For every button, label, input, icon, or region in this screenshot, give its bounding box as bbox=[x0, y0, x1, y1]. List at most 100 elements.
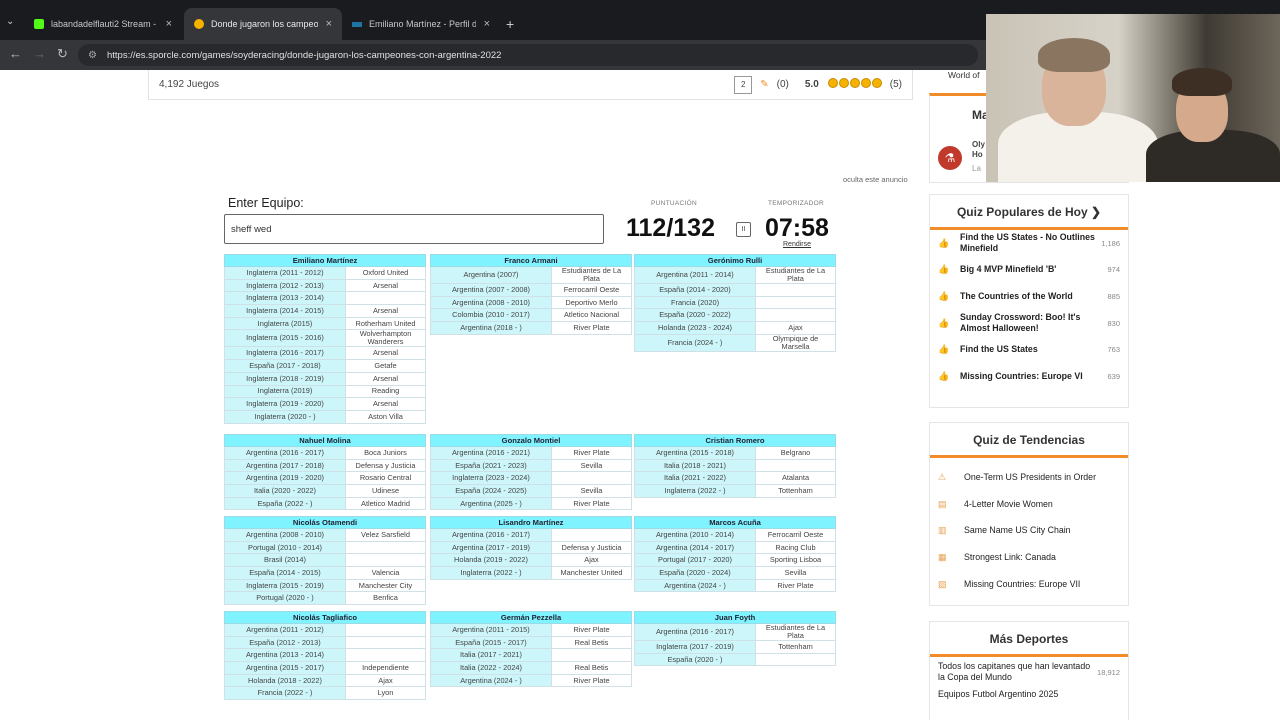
close-tab-icon[interactable]: × bbox=[484, 18, 490, 30]
trending-quiz-name[interactable]: Strongest Link: Canada bbox=[964, 552, 1120, 563]
country-period-cell: Argentina (2007) bbox=[430, 266, 552, 284]
club-answer-cell: Getafe bbox=[345, 359, 426, 373]
featured-item-line[interactable]: Ho bbox=[972, 150, 983, 159]
career-row: Inglaterra (2017 - 2019) Tottenham bbox=[634, 640, 836, 654]
country-period-cell: Inglaterra (2016 - 2017) bbox=[224, 346, 346, 361]
country-period-cell: Argentina (2015 - 2017) bbox=[224, 661, 346, 675]
club-answer-cell: Arsenal bbox=[345, 371, 426, 386]
career-row: Argentina (2024 - ) River Plate bbox=[430, 673, 632, 688]
close-tab-icon[interactable]: × bbox=[326, 18, 332, 30]
club-answer-cell: River Plate bbox=[551, 496, 632, 511]
club-answer-cell bbox=[551, 648, 632, 663]
featured-item-line[interactable]: Oly bbox=[972, 140, 985, 149]
career-row: Argentina (2024 - ) River Plate bbox=[634, 578, 836, 593]
popular-quiz-name[interactable]: Sunday Crossword: Boo! It's Almost Hallo… bbox=[960, 312, 1107, 334]
back-arrow-icon[interactable]: ← bbox=[9, 47, 22, 61]
comments-icon[interactable]: 2 bbox=[734, 75, 753, 94]
give-up-link[interactable]: Rendirse bbox=[783, 241, 811, 248]
sports-quiz-name[interactable]: Equipos Futbol Argentino 2025 bbox=[938, 689, 1120, 700]
club-answer-cell: Tottenham bbox=[755, 484, 836, 498]
popular-quiz-name[interactable]: Find the US States bbox=[960, 344, 1107, 355]
career-row: Portugal (2010 - 2014) bbox=[224, 540, 426, 555]
career-row: Holanda (2023 - 2024) Ajax bbox=[634, 321, 836, 335]
player-name-header: Nicolás Otamendi bbox=[224, 516, 426, 529]
career-row: España (2020 - 2024) Sevilla bbox=[634, 566, 836, 580]
popular-quiz-name[interactable]: Find the US States - No Outlines Minefie… bbox=[960, 232, 1101, 254]
rating-stars[interactable] bbox=[827, 78, 882, 91]
popular-quiz-item[interactable]: 👍 Find the US States 763 bbox=[930, 336, 1128, 363]
career-row: Argentina (2015 - 2017) Independiente bbox=[224, 661, 426, 675]
career-row: Argentina (2016 - 2017) bbox=[430, 528, 632, 542]
trending-quiz-name[interactable]: One-Term US Presidents in Order bbox=[964, 472, 1120, 483]
popular-quiz-name[interactable]: Big 4 MVP Minefield 'B' bbox=[960, 264, 1107, 275]
popular-quiz-name[interactable]: The Countries of the World bbox=[960, 291, 1107, 302]
new-tab-button[interactable]: + bbox=[506, 17, 514, 31]
country-period-cell: Brasil (2014) bbox=[224, 553, 346, 568]
trending-quiz-item[interactable]: ▧ Missing Countries: Europe VII bbox=[930, 571, 1128, 598]
popular-quiz-item[interactable]: 👍 Missing Countries: Europe VI 639 bbox=[930, 363, 1128, 390]
tab-transfermarkt[interactable]: Emiliano Martínez - Perfil del jugador × bbox=[342, 8, 500, 40]
tab-kick-stream[interactable]: labandadelflauti2 Stream - Kick × bbox=[24, 8, 182, 40]
country-period-cell: Colombia (2010 - 2017) bbox=[430, 308, 552, 323]
popular-quizzes-list: 👍 Find the US States - No Outlines Minefi… bbox=[930, 230, 1128, 390]
trending-quiz-item[interactable]: ⚠ One-Term US Presidents in Order bbox=[930, 464, 1128, 491]
sports-quiz-item[interactable]: Equipos Futbol Argentino 2025 bbox=[930, 683, 1128, 705]
sports-quiz-item[interactable]: Todos los capitanes que han levantado la… bbox=[930, 661, 1128, 683]
sports-quiz-name[interactable]: Todos los capitanes que han levantado la… bbox=[938, 661, 1097, 683]
reload-icon[interactable]: ↻ bbox=[57, 47, 68, 61]
career-row: Inglaterra (2020 - ) Aston Villa bbox=[224, 409, 426, 424]
player-table: Marcos Acuña Argentina (2010 - 2014) Ferro… bbox=[634, 516, 836, 593]
club-answer-cell: Arsenal bbox=[345, 278, 426, 293]
trending-quiz-name[interactable]: Same Name US City Chain bbox=[964, 525, 1120, 536]
career-row: España (2014 - 2015) Valencia bbox=[224, 566, 426, 580]
trending-quiz-item[interactable]: ▤ 4-Letter Movie Women bbox=[930, 491, 1128, 518]
popular-quiz-item[interactable]: 👍 Find the US States - No Outlines Minefi… bbox=[930, 230, 1128, 257]
club-answer-cell: Ajax bbox=[755, 321, 836, 335]
player-table: Gerónimo Rulli Argentina (2011 - 2014) Est… bbox=[634, 254, 836, 352]
answer-input[interactable] bbox=[224, 214, 604, 244]
career-row: Inglaterra (2015 - 2016) Wolverhampton Wa… bbox=[224, 329, 426, 348]
address-bar[interactable]: ⚙ https://es.sporcle.com/games/soyderaci… bbox=[78, 44, 978, 66]
trending-quizzes-card: Quiz de Tendencias ⚠ One-Term US Presiden… bbox=[929, 422, 1129, 606]
country-period-cell: Argentina (2013 - 2014) bbox=[224, 648, 346, 663]
career-row: Argentina (2018 - ) River Plate bbox=[430, 321, 632, 335]
popular-quiz-name[interactable]: Missing Countries: Europe VI bbox=[960, 371, 1107, 382]
tab-sporcle-quiz[interactable]: Donde jugaron los campeones × bbox=[184, 8, 342, 40]
country-period-cell: Argentina (2017 - 2018) bbox=[224, 458, 346, 473]
site-info-icon[interactable]: ⚙ bbox=[88, 50, 97, 61]
country-period-cell: Inglaterra (2023 - 2024) bbox=[430, 471, 552, 486]
trending-quiz-item[interactable]: ▥ Same Name US City Chain bbox=[930, 518, 1128, 545]
pause-button[interactable]: II bbox=[736, 222, 751, 237]
hide-ad-link[interactable]: oculta este anuncio bbox=[843, 175, 908, 184]
forward-arrow-icon[interactable]: → bbox=[33, 47, 46, 61]
club-answer-cell: Benfica bbox=[345, 591, 426, 606]
country-period-cell: España (2024 - 2025) bbox=[430, 484, 552, 498]
club-answer-cell: Manchester City bbox=[345, 578, 426, 593]
country-period-cell: Italia (2017 - 2021) bbox=[430, 648, 552, 663]
career-row: Inglaterra (2018 - 2019) Arsenal bbox=[224, 371, 426, 386]
close-tab-icon[interactable]: × bbox=[166, 18, 172, 30]
career-row: Argentina (2016 - 2017) Estudiantes de La… bbox=[634, 623, 836, 641]
club-answer-cell: Sevilla bbox=[551, 484, 632, 498]
thumbs-up-icon: 👍 bbox=[938, 237, 950, 248]
popular-quiz-item[interactable]: 👍 The Countries of the World 885 bbox=[930, 283, 1128, 310]
popular-quiz-item[interactable]: 👍 Big 4 MVP Minefield 'B' 974 bbox=[930, 257, 1128, 284]
career-row: Argentina (2015 - 2018) Belgrano bbox=[634, 446, 836, 460]
popular-quizzes-title[interactable]: Quiz Populares de Hoy ❯ bbox=[930, 195, 1128, 230]
career-row: Argentina (2011 - 2014) Estudiantes de La… bbox=[634, 266, 836, 284]
country-period-cell: Holanda (2018 - 2022) bbox=[224, 673, 346, 688]
trending-quiz-name[interactable]: 4-Letter Movie Women bbox=[964, 499, 1120, 510]
club-answer-cell: Sporting Lisboa bbox=[755, 553, 836, 568]
country-period-cell: España (2021 - 2023) bbox=[430, 458, 552, 473]
player-name-header: Emiliano Martínez bbox=[224, 254, 426, 267]
country-period-cell: Inglaterra (2015 - 2019) bbox=[224, 578, 346, 593]
club-answer-cell bbox=[755, 458, 836, 473]
trending-quiz-item[interactable]: ▦ Strongest Link: Canada bbox=[930, 544, 1128, 571]
country-period-cell: Inglaterra (2012 - 2013) bbox=[224, 278, 346, 293]
club-answer-cell: Arsenal bbox=[345, 304, 426, 318]
thumb-icon[interactable]: ✎ bbox=[760, 79, 768, 90]
popular-quiz-item[interactable]: 👍 Sunday Crossword: Boo! It's Almost Hall… bbox=[930, 310, 1128, 337]
club-answer-cell: Sevilla bbox=[755, 566, 836, 580]
tab-list-chevron-icon[interactable]: ⌄ bbox=[6, 16, 14, 27]
trending-quiz-name[interactable]: Missing Countries: Europe VII bbox=[964, 579, 1120, 590]
